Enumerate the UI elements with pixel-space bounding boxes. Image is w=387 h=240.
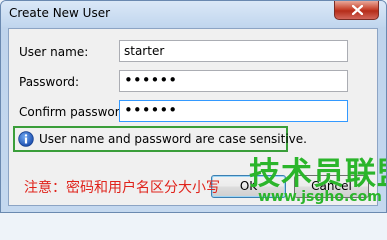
close-button[interactable] xyxy=(334,1,379,20)
confirm-password-field[interactable]: •••••• xyxy=(119,100,348,122)
window-title: Create New User xyxy=(9,6,111,20)
annotation-note: 注意：密码和用户名区分大小写 xyxy=(24,180,220,196)
info-highlight-box: User name and password are case sensitiv… xyxy=(13,126,307,152)
password-label: Password: xyxy=(19,75,80,89)
password-field[interactable]: •••••• xyxy=(119,70,348,92)
username-label: User name: xyxy=(19,45,89,59)
confirm-password-label: Confirm password: xyxy=(19,105,132,119)
watermark-logo-text: 技术员联盟 xyxy=(249,156,386,192)
watermark-url: www.jsgho.com xyxy=(258,189,382,205)
close-icon xyxy=(352,5,363,15)
info-message: User name and password are case sensitiv… xyxy=(39,132,307,146)
create-new-user-dialog: Create New User User name: starter Passw… xyxy=(0,0,387,213)
username-field[interactable]: starter xyxy=(119,40,348,62)
info-icon xyxy=(18,131,34,147)
title-bar[interactable]: Create New User xyxy=(1,1,386,27)
